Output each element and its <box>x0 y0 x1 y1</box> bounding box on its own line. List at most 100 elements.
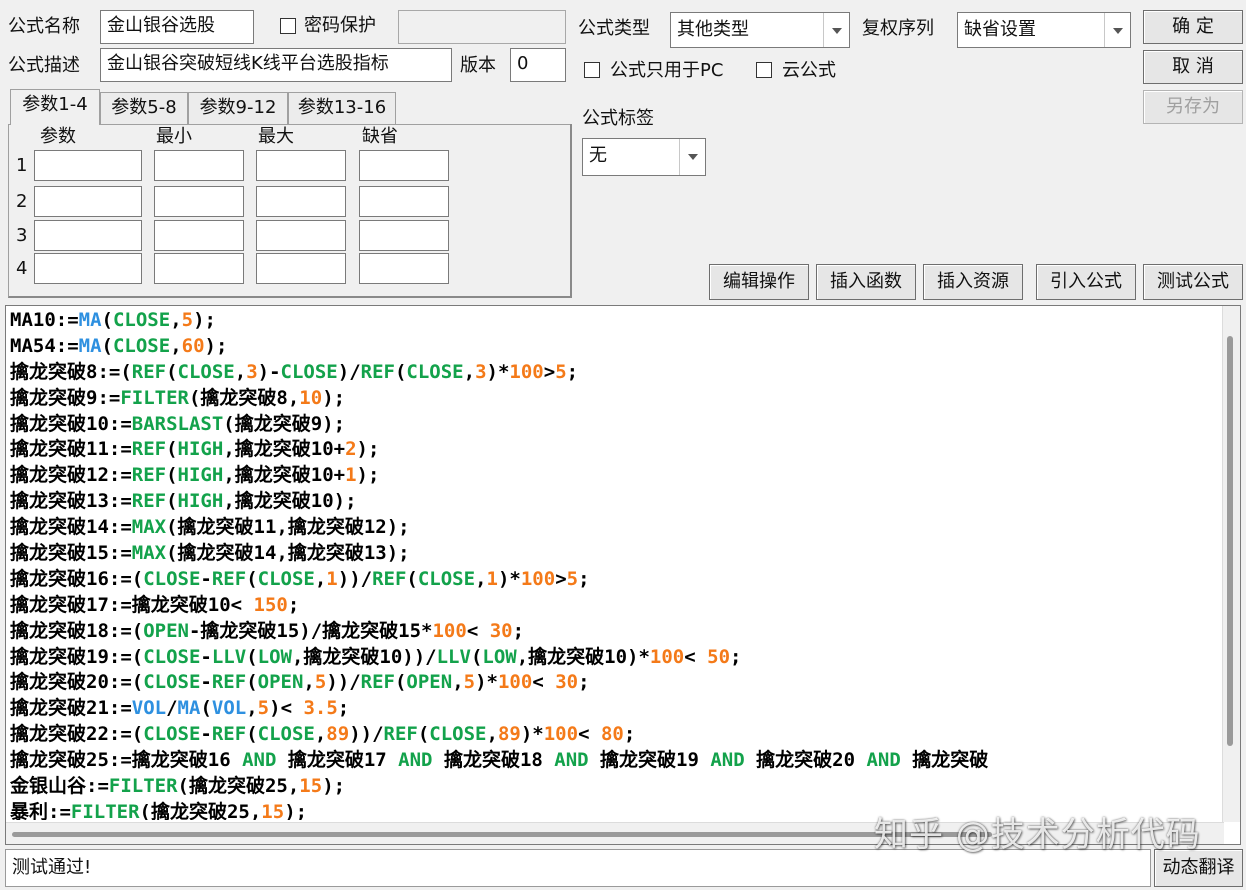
code-token: , <box>234 360 247 383</box>
insert-function-button[interactable]: 插入函数 <box>816 264 916 300</box>
code-line[interactable]: 金银山谷:=FILTER(擒龙突破25,15); <box>10 774 1222 800</box>
code-token: ,擒龙突破10+ <box>223 464 346 487</box>
code-token: 擒龙突破22:=( <box>10 723 144 746</box>
code-token: LLV <box>211 645 247 668</box>
code-line[interactable]: 擒龙突破22:=(CLOSE-REF(CLOSE,89))/REF(CLOSE,… <box>10 722 1222 748</box>
code-line[interactable]: 擒龙突破8:=(REF(CLOSE,3)-CLOSE)/REF(CLOSE,3)… <box>10 360 1222 386</box>
code-token: 擒龙突破14:= <box>10 516 132 539</box>
code-token: MA <box>78 334 102 357</box>
param2-min-input[interactable] <box>154 186 244 217</box>
code-token: - <box>200 645 212 668</box>
insert-resource-button[interactable]: 插入资源 <box>923 264 1023 300</box>
import-formula-button[interactable]: 引入公式 <box>1036 264 1136 300</box>
param3-default-input[interactable] <box>359 220 449 251</box>
code-line[interactable]: 擒龙突破14:=MAX(擒龙突破11,擒龙突破12); <box>10 515 1222 541</box>
scrollbar-thumb[interactable] <box>12 832 992 837</box>
param1-min-input[interactable] <box>154 150 244 181</box>
rights-series-select[interactable]: 缺省设置 <box>957 12 1131 48</box>
tab-params-1-4[interactable]: 参数1-4 <box>10 89 100 125</box>
code-token: 擒龙突破15:= <box>10 542 132 565</box>
code-token: )< <box>269 697 304 720</box>
code-token: ( <box>101 309 113 331</box>
param2-default-input[interactable] <box>359 186 449 217</box>
code-line[interactable]: 擒龙突破25:=擒龙突破16 AND 擒龙突破17 AND 擒龙突破18 AND… <box>10 748 1222 774</box>
code-token: 150 <box>253 593 288 616</box>
code-token: 金银山谷:= <box>10 775 109 798</box>
formula-name-input[interactable]: 金山银谷选股 <box>100 10 254 44</box>
param3-max-input[interactable] <box>256 220 346 251</box>
password-input[interactable] <box>398 10 566 44</box>
code-token: MA54:= <box>10 334 79 357</box>
param4-max-input[interactable] <box>256 253 346 284</box>
code-line[interactable]: 擒龙突破11:=REF(HIGH,擒龙突破10+2); <box>10 437 1222 463</box>
param3-name-input[interactable] <box>34 220 142 251</box>
code-line[interactable]: 擒龙突破16:=(CLOSE-REF(CLOSE,1))/REF(CLOSE,1… <box>10 567 1222 593</box>
tab-params-9-12[interactable]: 参数9-12 <box>188 92 288 124</box>
param2-max-input[interactable] <box>256 186 346 217</box>
code-token: ( <box>101 334 113 357</box>
edit-operations-button[interactable]: 编辑操作 <box>709 264 809 300</box>
param4-name-input[interactable] <box>34 253 142 284</box>
cancel-button[interactable]: 取 消 <box>1143 50 1243 84</box>
pc-only-checkbox[interactable] <box>584 62 600 78</box>
code-line[interactable]: 擒龙突破17:=擒龙突破10< 150; <box>10 593 1222 619</box>
code-text[interactable]: MA10:=MA(CLOSE,5); MA54:=MA(CLOSE,60); 擒龙突… <box>10 308 1222 820</box>
tab-params-5-8[interactable]: 参数5-8 <box>100 92 188 124</box>
param1-max-input[interactable] <box>256 150 346 181</box>
code-token: ( <box>166 490 178 513</box>
code-line[interactable]: MA10:=MA(CLOSE,5); <box>10 308 1222 334</box>
code-token: 5 <box>555 360 567 383</box>
param1-name-input[interactable] <box>34 150 142 181</box>
vertical-scrollbar[interactable] <box>1222 306 1240 822</box>
code-token: AND <box>866 749 901 772</box>
formula-type-select[interactable]: 其他类型 <box>670 12 850 48</box>
code-line[interactable]: 擒龙突破20:=(CLOSE-REF(OPEN,5))/REF(OPEN,5)*… <box>10 670 1222 696</box>
formula-code-editor[interactable]: MA10:=MA(CLOSE,5); MA54:=MA(CLOSE,60); 擒龙突… <box>5 305 1241 845</box>
param4-default-input[interactable] <box>359 253 449 284</box>
save-as-button[interactable]: 另存为 <box>1143 90 1243 124</box>
code-line[interactable]: 擒龙突破21:=VOL/MA(VOL,5)< 3.5; <box>10 696 1222 722</box>
code-token: 5 <box>181 309 194 331</box>
code-token: CLOSE <box>257 723 315 746</box>
code-token: 擒龙突破20:=( <box>10 671 144 694</box>
code-token: , <box>303 671 315 694</box>
code-line[interactable]: 擒龙突破18:=(OPEN-擒龙突破15)/擒龙突破15*100< 30; <box>10 619 1222 645</box>
tab-params-13-16[interactable]: 参数13-16 <box>288 92 396 124</box>
code-token: CLOSE <box>280 360 338 383</box>
code-token: ; <box>337 697 350 720</box>
code-token: CLOSE <box>112 309 171 331</box>
formula-tag-select[interactable]: 无 <box>582 138 706 176</box>
code-token: > <box>555 567 567 590</box>
code-line[interactable]: 擒龙突破10:=BARSLAST(擒龙突破9); <box>10 412 1222 438</box>
code-token: 擒龙突破18 <box>432 749 555 772</box>
formula-desc-input[interactable]: 金山银谷突破短线K线平台选股指标 <box>100 48 452 82</box>
param3-min-input[interactable] <box>154 220 244 251</box>
ok-button[interactable]: 确 定 <box>1143 10 1243 44</box>
password-protect-checkbox[interactable] <box>280 18 296 34</box>
code-token: )- <box>257 360 281 383</box>
code-line[interactable]: 擒龙突破13:=REF(HIGH,擒龙突破10); <box>10 489 1222 515</box>
version-label: 版本 <box>460 55 496 76</box>
code-token: ( <box>166 360 178 383</box>
param4-min-input[interactable] <box>154 253 244 284</box>
param1-default-input[interactable] <box>359 150 449 181</box>
rights-series-value: 缺省设置 <box>964 19 1036 40</box>
test-formula-button[interactable]: 测试公式 <box>1143 264 1243 300</box>
code-token: 擒龙突破16:=( <box>10 567 144 590</box>
code-token: CLOSE <box>429 723 487 746</box>
code-line[interactable]: 擒龙突破12:=REF(HIGH,擒龙突破10+1); <box>10 463 1222 489</box>
code-line[interactable]: MA54:=MA(CLOSE,60); <box>10 334 1222 360</box>
code-line[interactable]: 擒龙突破19:=(CLOSE-LLV(LOW,擒龙突破10))/LLV(LOW,… <box>10 645 1222 671</box>
scrollbar-thumb[interactable] <box>1227 336 1233 746</box>
code-token: (擒龙突破25, <box>139 800 262 820</box>
code-token: 100 <box>520 567 556 590</box>
code-token: < <box>684 645 708 668</box>
cloud-formula-checkbox[interactable] <box>756 62 772 78</box>
code-token: 擒龙突破10:= <box>10 412 132 435</box>
code-token: FILTER <box>120 386 189 409</box>
code-line[interactable]: 擒龙突破9:=FILTER(擒龙突破8,10); <box>10 386 1222 412</box>
param2-name-input[interactable] <box>34 186 142 217</box>
version-input[interactable]: 0 <box>510 48 566 82</box>
code-line[interactable]: 擒龙突破15:=MAX(擒龙突破14,擒龙突破13); <box>10 541 1222 567</box>
watermark-text: 知乎 @技术分析代码 <box>874 815 1201 855</box>
